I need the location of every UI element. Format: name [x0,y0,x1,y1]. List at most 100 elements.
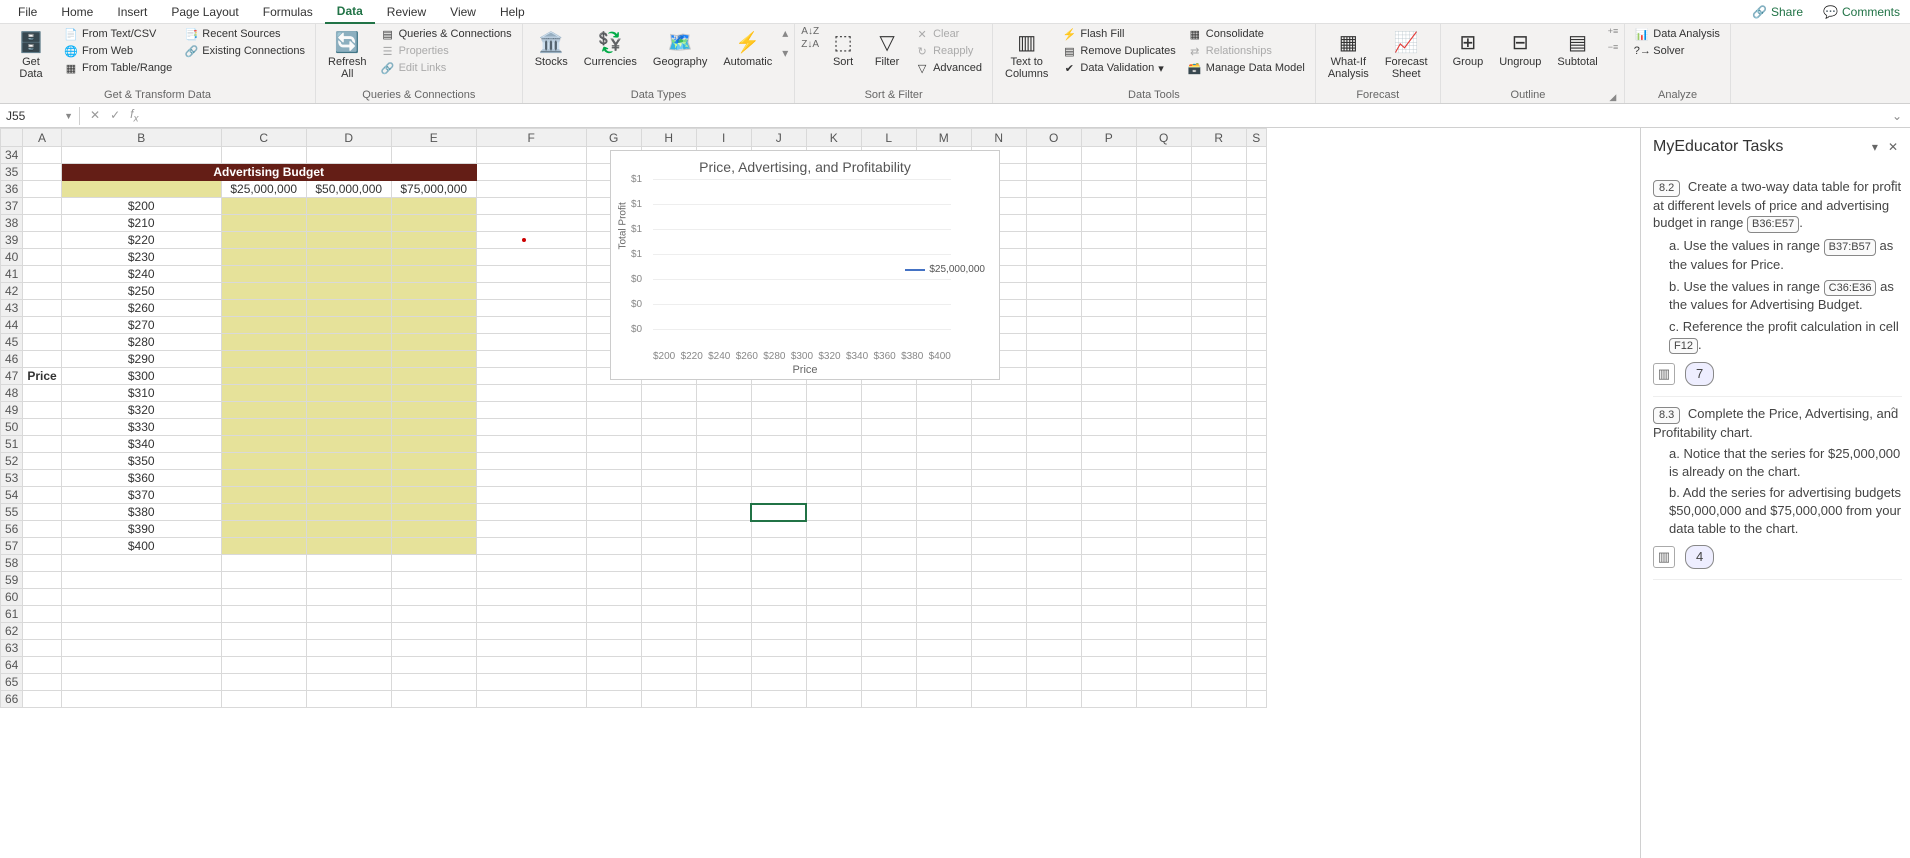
refresh-all-button[interactable]: 🔄Refresh All [322,26,373,82]
edit-links[interactable]: 🔗Edit Links [377,60,516,76]
properties[interactable]: ☰Properties [377,43,516,59]
texttocolumns-icon: ▥ [1013,28,1041,56]
name-box[interactable]: J55▼ [0,107,80,125]
ungroup-button[interactable]: ⊟Ungroup [1493,26,1547,70]
tab-home[interactable]: Home [49,1,105,23]
flashfill-icon: ⚡ [1062,27,1076,41]
task-points: 4 [1685,545,1714,569]
text-to-columns-button[interactable]: ▥Text to Columns [999,26,1054,82]
reapply-filter[interactable]: ↻Reapply [911,43,986,59]
table-icon: ▦ [64,61,78,75]
csv-icon: 📄 [64,27,78,41]
formula-expand-icon[interactable]: ⌄ [1884,109,1910,123]
fx-icon[interactable]: fx [130,107,138,124]
task-collapse-icon[interactable]: ⌃ [1889,178,1898,193]
existing-connections[interactable]: 🔗Existing Connections [180,43,309,59]
pane-close-icon[interactable]: ✕ [1888,140,1898,154]
chart-xticks: $200$220$240$260$280$300$320$340$360$380… [653,351,951,362]
queries-connections[interactable]: ▤Queries & Connections [377,26,516,42]
consolidate[interactable]: ▦Consolidate [1184,26,1309,42]
comments-icon: 💬 [1823,5,1838,19]
manage-data-model[interactable]: 🗃️Manage Data Model [1184,60,1309,76]
conn-icon: 🔗 [184,44,198,58]
formula-input[interactable] [148,114,1883,118]
task-number: 8.3 [1653,407,1680,424]
worksheet[interactable]: ABCDEFGHIJKLMNOPQRS3435Advertising Budge… [0,128,1640,858]
clear-filter[interactable]: ✕Clear [911,26,986,42]
datatype-scroll-up[interactable]: ▴ [782,26,788,40]
cell-ref: F12 [1669,338,1698,355]
properties-icon: ☰ [381,44,395,58]
whatif-button[interactable]: ▦What-If Analysis [1322,26,1375,82]
task-number: 8.2 [1653,180,1680,197]
legend-swatch [905,269,925,271]
task-collapse-icon[interactable]: ⌃ [1889,405,1898,420]
outline-hide-detail[interactable]: −≡ [1608,42,1619,52]
advanced-filter[interactable]: ▽Advanced [911,60,986,76]
sort-za[interactable]: Z↓A [801,39,819,50]
remove-duplicates[interactable]: ▤Remove Duplicates [1058,43,1179,59]
data-analysis[interactable]: 📊Data Analysis [1631,26,1724,42]
chart[interactable]: Price, Advertising, and Profitability To… [610,150,1000,380]
ribbon-tabs: File Home Insert Page Layout Formulas Da… [0,0,1910,24]
comments-button[interactable]: 💬Comments [1813,1,1910,23]
group-button[interactable]: ⊞Group [1447,26,1490,70]
task-detail-icon[interactable]: ▥ [1653,363,1675,385]
share-icon: 🔗 [1752,5,1767,19]
get-data-button[interactable]: 🗄️Get Data [6,26,56,82]
task-8-2: ⌃ 8.2 Create a two-way data table for pr… [1653,170,1902,397]
from-text-csv[interactable]: 📄From Text/CSV [60,26,176,42]
stocks-button[interactable]: 🏛️Stocks [529,26,574,70]
cancel-formula-icon[interactable]: ✕ [90,108,100,122]
subtotal-button[interactable]: ▤Subtotal [1551,26,1603,70]
formula-bar: J55▼ ✕ ✓ fx ⌄ [0,104,1910,128]
datavalidation-icon: ✔ [1062,61,1076,75]
queries-icon: ▤ [381,27,395,41]
chart-title: Price, Advertising, and Profitability [619,159,991,175]
chart-legend: $25,000,000 [905,264,985,275]
currencies-icon: 💱 [596,28,624,56]
tab-formulas[interactable]: Formulas [251,1,325,23]
group-analyze: Analyze [1631,87,1724,103]
get-data-icon: 🗄️ [17,28,45,56]
tab-help[interactable]: Help [488,1,537,23]
relationships[interactable]: ⇄Relationships [1184,43,1309,59]
currencies-button[interactable]: 💱Currencies [578,26,643,70]
data-validation[interactable]: ✔Data Validation ▾ [1058,60,1179,76]
group-queries: Queries & Connections [322,87,516,103]
group-icon: ⊞ [1454,28,1482,56]
smart-tag-icon[interactable] [522,238,526,242]
chart-xlabel: Price [619,364,991,376]
sort-az[interactable]: A↓Z [801,26,819,37]
editlinks-icon: 🔗 [381,61,395,75]
filter-button[interactable]: ▽Filter [867,26,907,70]
from-table-range[interactable]: ▦From Table/Range [60,60,176,76]
tab-view[interactable]: View [438,1,488,23]
from-web[interactable]: 🌐From Web [60,43,176,59]
geography-button[interactable]: 🗺️Geography [647,26,713,70]
recent-sources[interactable]: 📑Recent Sources [180,26,309,42]
dataanalysis-icon: 📊 [1635,27,1649,41]
datatype-scroll-down[interactable]: ▾ [782,46,788,60]
advanced-icon: ▽ [915,61,929,75]
task-detail-icon[interactable]: ▥ [1653,546,1675,568]
outline-launcher[interactable]: ◢ [1609,92,1618,103]
stocks-icon: 🏛️ [537,28,565,56]
pane-menu-icon[interactable]: ▾ [1872,140,1878,154]
forecast-sheet-button[interactable]: 📈Forecast Sheet [1379,26,1434,82]
share-button[interactable]: 🔗Share [1742,1,1813,23]
automatic-button[interactable]: ⚡Automatic [717,26,778,70]
outline-show-detail[interactable]: +≡ [1608,26,1619,36]
solver[interactable]: ?→Solver [1631,43,1724,59]
flash-fill[interactable]: ⚡Flash Fill [1058,26,1179,42]
tab-review[interactable]: Review [375,1,438,23]
tab-file[interactable]: File [6,1,49,23]
group-datatypes: Data Types [529,87,789,103]
tab-pagelayout[interactable]: Page Layout [159,1,250,23]
task-8-3: ⌃ 8.3 Complete the Price, Advertising, a… [1653,397,1902,580]
tab-insert[interactable]: Insert [105,1,159,23]
sort-button[interactable]: ⬚Sort [823,26,863,70]
tab-data[interactable]: Data [325,0,375,24]
enter-formula-icon[interactable]: ✓ [110,108,120,122]
namebox-dropdown-icon[interactable]: ▼ [64,111,73,121]
